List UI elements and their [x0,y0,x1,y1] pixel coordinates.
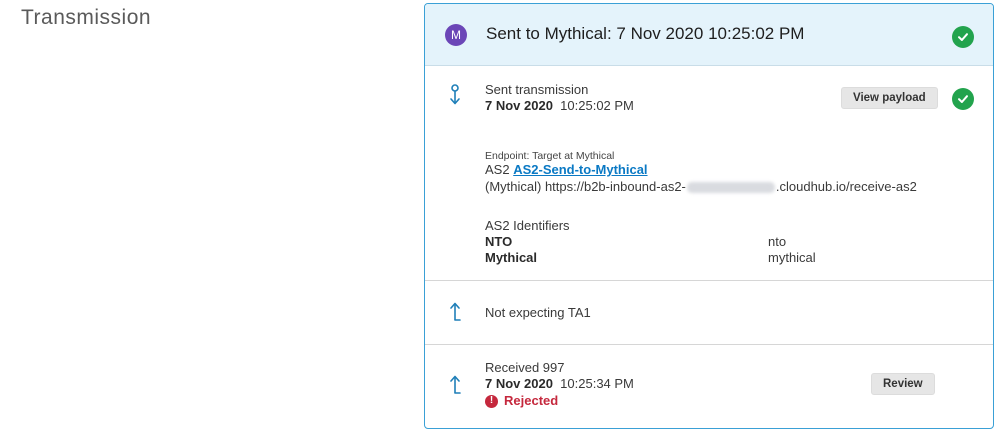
inbound-arrow-icon [447,302,463,324]
endpoint-link[interactable]: AS2-Send-to-Mythical [513,162,647,177]
identifier-name: NTO [485,234,513,249]
sent-transmission-row: Sent transmission 7 Nov 2020 10:25:02 PM… [425,66,993,281]
received-time: 10:25:34 PM [560,376,634,391]
identifier-row: Mythical mythical [485,250,885,266]
endpoint-url-prefix: (Mythical) https://b2b-inbound-as2- [485,179,686,194]
sent-date: 7 Nov 2020 [485,98,553,113]
endpoint-url-suffix: .cloudhub.io/receive-as2 [775,179,917,194]
status-text: Rejected [504,393,559,408]
header-title: Sent to Mythical: 7 Nov 2020 10:25:02 PM [486,24,805,43]
section-title: Transmission [21,6,152,29]
ta1-label: Not expecting TA1 [485,305,591,320]
card-header: M Sent to Mythical: 7 Nov 2020 10:25:02 … [425,4,993,66]
identifier-value: nto [768,234,787,249]
received-datetime: 7 Nov 2020 10:25:34 PM [485,376,634,392]
sent-time: 10:25:02 PM [560,98,634,113]
error-icon: ! [485,394,498,408]
status-badge: ! Rejected [485,393,558,409]
success-check-icon [952,88,974,110]
review-button[interactable]: Review [871,373,935,395]
redacted-host [686,182,775,194]
identifier-row: NTO nto [485,234,885,250]
received-date: 7 Nov 2020 [485,376,553,391]
sent-label: Sent transmission [485,82,589,97]
identifiers-title: AS2 Identifiers [485,218,570,233]
transmission-card: M Sent to Mythical: 7 Nov 2020 10:25:02 … [424,3,994,429]
outbound-arrow-icon [447,84,463,106]
sent-datetime: 7 Nov 2020 10:25:02 PM [485,98,634,114]
inbound-arrow-icon [447,375,463,397]
ta1-row: Not expecting TA1 [425,281,993,345]
avatar: M [445,24,467,46]
protocol-label: AS2 [485,162,510,177]
received-997-row: Received 997 7 Nov 2020 10:25:34 PM ! Re… [425,345,993,428]
identifier-value: mythical [768,250,816,265]
received-label: Received 997 [485,360,565,375]
endpoint-url: (Mythical) https://b2b-inbound-as2- .clou… [485,179,917,195]
identifier-name: Mythical [485,250,538,265]
view-payload-button[interactable]: View payload [841,87,938,109]
endpoint-line: AS2 AS2-Send-to-Mythical [485,162,648,178]
success-check-icon [952,26,974,48]
